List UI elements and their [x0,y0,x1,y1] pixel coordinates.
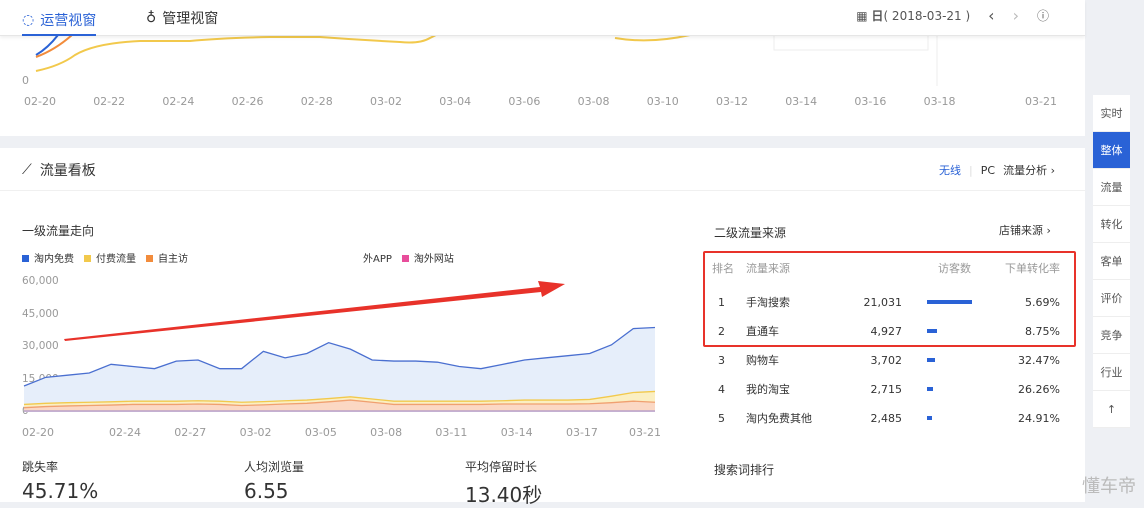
section-divider [0,136,1085,148]
x-tick: 03-04 [439,95,472,108]
legend-item[interactable]: 淘内免费 [22,250,74,265]
prev-date-button[interactable]: ‹ [988,6,994,25]
top-trend-chart [35,30,938,86]
date-selector[interactable]: ▦ 日( 2018-03-21 ) [856,7,970,24]
top-y-zero: 0 [22,74,29,87]
x-tick: 02-20 [24,95,56,108]
side-nav-item[interactable]: 整体 [1093,132,1130,169]
link-store-source[interactable]: 店铺来源 › [999,222,1051,238]
x-tick: 02-27 [174,426,207,439]
table-row[interactable]: 3 购物车 3,702 32.47% [712,350,1062,370]
next-date-button[interactable]: › [1013,6,1019,25]
top-series-orange [35,34,73,58]
visitor-bar [927,387,933,391]
x-tick: 02-28 [300,95,333,108]
x-tick: 02-26 [231,95,264,108]
link-pc[interactable]: PC [981,164,995,177]
legend-item[interactable]: 自主访 [146,250,188,265]
link-wireless[interactable]: 无线 [939,162,961,178]
side-nav-item[interactable]: 客单 [1093,243,1130,280]
calendar-icon: ▦ [856,9,868,23]
highlight-box [703,251,1076,347]
x-tick: 02-22 [93,95,126,108]
chart-legend: 淘内免费 付费流量 自主访 外APP 淘外网站 [22,250,454,265]
side-nav-item[interactable]: 转化 [1093,206,1130,243]
x-tick: 03-02 [239,426,272,439]
medal-icon: ♁ [146,10,157,26]
side-nav-item[interactable]: 流量 [1093,169,1130,206]
trend-arrow-annotation [64,281,565,341]
x-tick: 03-14 [785,95,818,108]
shield-icon: ◌ [22,12,35,28]
legend-item[interactable]: 外APP [363,250,392,265]
x-tick: 03-06 [508,95,541,108]
info-icon[interactable]: ⓘ [1037,7,1049,24]
first-level-title: 一级流量走向 [22,224,95,238]
watermark: 懂车帝 [1082,476,1136,497]
x-tick: 03-08 [577,95,610,108]
x-tick: 03-10 [646,95,679,108]
link-traffic-analysis[interactable]: 流量分析 › [1003,162,1055,178]
side-nav: 实时 整体 流量 转化 客单 评价 竞争 行业 ↑ [1093,95,1130,428]
tab-management[interactable]: ♁ 管理视窗 [146,6,218,30]
x-tick: 03-14 [500,426,533,439]
stat-pageviews: 人均浏览量 6.55 [244,460,305,503]
second-level-title: 二级流量来源 [714,226,787,240]
visitor-bar [927,416,933,420]
x-tick: 03-02 [370,95,402,108]
tab-operations[interactable]: ◌ 运营视窗 [22,6,97,36]
main-content: ◌ 运营视窗 ♁ 管理视窗 ▦ 日( 2018-03-21 ) ‹ › ⓘ 0 02… [0,0,1085,507]
x-tick: 02-20 [22,426,54,439]
x-tick: 03-11 [435,426,468,439]
search-rank-title: 搜索词排行 [714,463,775,477]
visitor-bar [927,358,936,362]
side-nav-item[interactable]: 评价 [1093,280,1130,317]
panel-links: 无线 | PC 流量分析 › [939,162,1055,178]
x-tick: 02-24 [109,426,141,439]
panel-title: ⟋ 流量看板 [22,162,96,179]
x-tick: 03-16 [854,95,887,108]
table-row[interactable]: 5 淘内免费其他 2,485 24.91% [712,408,1062,428]
side-nav-item[interactable]: 行业 [1093,354,1130,391]
x-tick: 02-24 [162,95,195,108]
side-nav-item[interactable]: 竞争 [1093,317,1130,354]
x-tick: 03-21 [629,426,661,439]
x-tick: 03-21 [1025,95,1057,108]
x-tick: 03-08 [370,426,403,439]
back-to-top-button[interactable]: ↑ [1093,391,1130,428]
stat-bounce-rate: 跳失率 45.71% [22,460,99,503]
x-tick: 03-18 [923,95,956,108]
x-tick: 03-17 [565,426,598,439]
x-tick: 03-05 [304,426,337,439]
legend-item[interactable]: 淘外网站 [401,250,454,265]
top-series-yellow [35,33,439,72]
side-nav-item[interactable]: 实时 [1093,95,1130,132]
table-row[interactable]: 4 我的淘宝 2,715 26.26% [712,379,1062,399]
x-tick: 03-12 [716,95,748,108]
top-bar: ◌ 运营视窗 ♁ 管理视窗 ▦ 日( 2018-03-21 ) ‹ › ⓘ [0,0,1085,36]
legend-item[interactable]: 付费流量 [84,250,136,265]
line-chart-icon: ⟋ [22,162,32,178]
stat-avg-duration: 平均停留时长 13.40秒 [465,460,543,507]
date-picker: ▦ 日( 2018-03-21 ) ‹ › ⓘ [856,6,1049,25]
